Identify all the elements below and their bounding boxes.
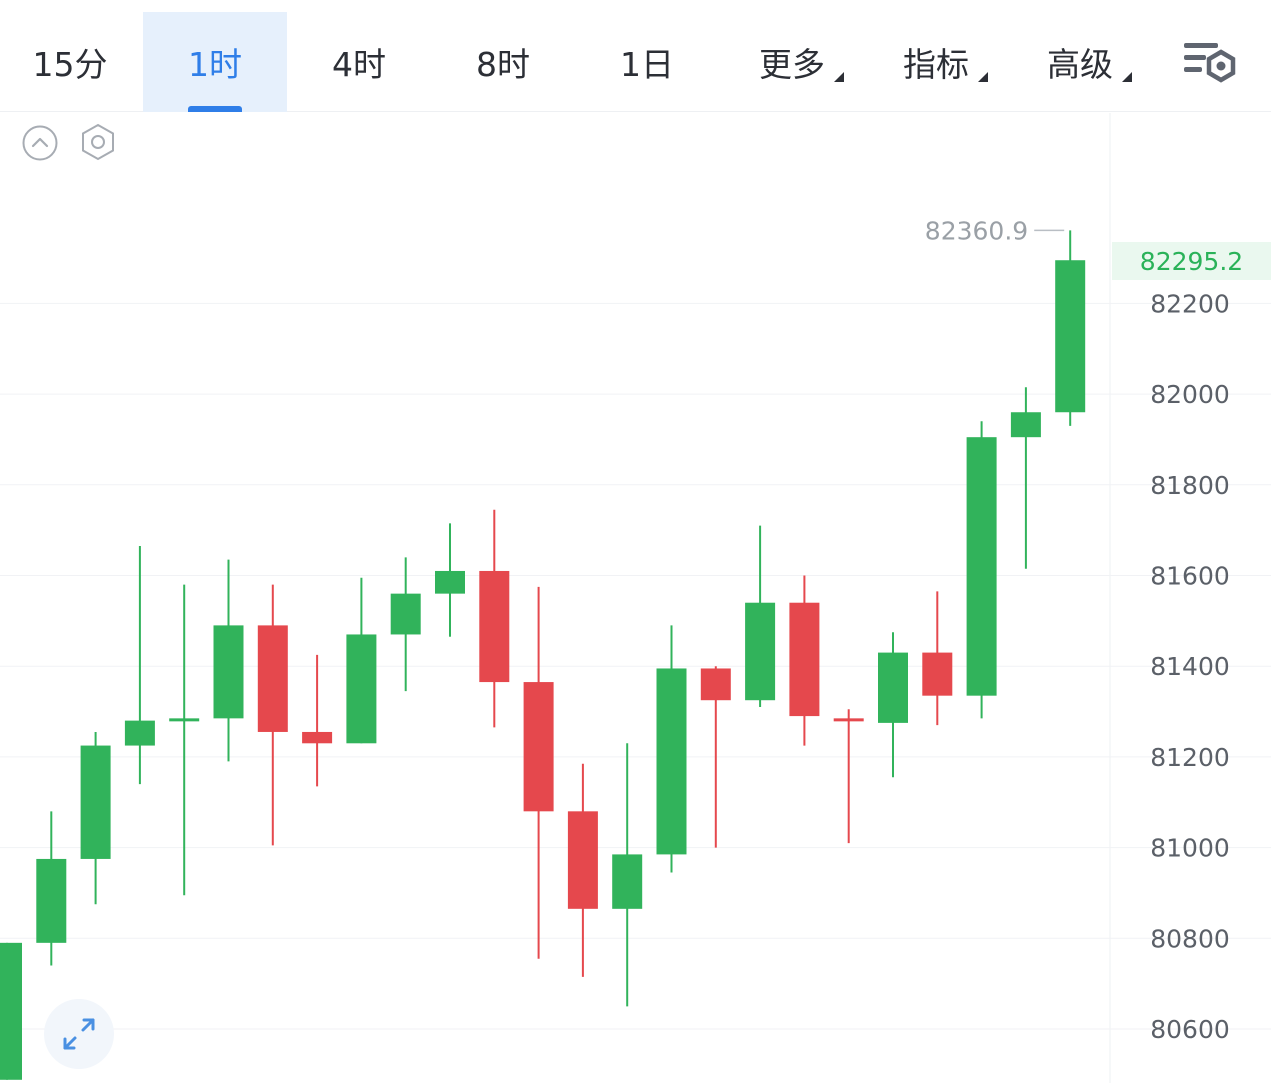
tab-label: 高级	[1047, 45, 1113, 84]
y-tick-label: 81000	[1150, 834, 1230, 863]
tab-label: 4时	[332, 45, 386, 84]
y-tick-label: 80800	[1150, 924, 1230, 953]
tab-indicators-dropdown[interactable]: 指标	[864, 12, 1008, 112]
candle-body	[0, 942, 22, 1080]
tab-label: 指标	[903, 45, 969, 84]
tab-advanced-dropdown[interactable]: 高级	[1008, 12, 1152, 112]
candle-7[interactable]	[257, 584, 288, 846]
y-tick-label: 81600	[1150, 562, 1230, 591]
tab-15min[interactable]: 15分	[0, 12, 140, 112]
tab-1day[interactable]: 1日	[575, 12, 719, 112]
candle-body	[833, 718, 864, 722]
tab-4hour[interactable]: 4时	[287, 12, 431, 112]
candle-20[interactable]	[833, 709, 864, 844]
candle-body	[567, 811, 598, 909]
list-gear-icon	[1184, 43, 1236, 83]
candle-12[interactable]	[479, 509, 510, 728]
candle-body	[1010, 412, 1041, 438]
expand-diagonal-icon	[63, 1018, 95, 1050]
tab-label: 1日	[620, 45, 674, 84]
chart-settings-button[interactable]	[1182, 40, 1240, 86]
candle-body	[213, 625, 244, 719]
candle-body	[656, 668, 687, 855]
tab-label: 1时	[188, 45, 242, 84]
dropdown-triangle-icon	[1122, 72, 1132, 82]
candle-body	[1055, 260, 1086, 413]
candle-body	[257, 625, 288, 732]
candle-body	[878, 652, 908, 723]
timeframe-tabbar: 15分 1时 4时 8时 1日 更多 指标 高级	[0, 0, 1271, 112]
dropdown-triangle-icon	[834, 72, 844, 82]
candle-24[interactable]	[1010, 387, 1041, 569]
candle-5[interactable]	[169, 584, 200, 896]
candle-14[interactable]	[567, 763, 598, 977]
candle-body	[435, 570, 465, 594]
y-tick-label: 81200	[1150, 743, 1230, 772]
candle-body	[479, 570, 510, 683]
candle-11[interactable]	[435, 523, 465, 637]
candle-body	[124, 720, 155, 746]
candle-2[interactable]	[36, 811, 67, 966]
candle-body	[745, 602, 776, 701]
candle-8[interactable]	[302, 654, 333, 787]
tab-8hour[interactable]: 8时	[431, 12, 575, 112]
tab-label: 8时	[476, 45, 530, 84]
candle-1[interactable]	[0, 942, 22, 1080]
candle-body	[80, 745, 111, 859]
fullscreen-button[interactable]	[44, 999, 114, 1069]
candle-23[interactable]	[966, 421, 997, 719]
candle-3[interactable]	[80, 731, 111, 905]
candle-body	[523, 682, 554, 812]
candle-21[interactable]	[878, 632, 908, 778]
candle-15[interactable]	[612, 743, 643, 1007]
candle-9[interactable]	[346, 577, 377, 744]
y-tick-label: 82200	[1150, 289, 1230, 318]
candle-body	[302, 731, 333, 744]
tab-label: 15分	[32, 45, 108, 84]
dropdown-triangle-icon	[978, 72, 988, 82]
candle-25[interactable]	[1055, 230, 1086, 426]
candle-13[interactable]	[523, 586, 554, 959]
y-tick-label: 81800	[1150, 471, 1230, 500]
y-tick-label: 81400	[1150, 652, 1230, 681]
candle-body	[390, 593, 421, 635]
tab-1hour[interactable]: 1时	[143, 12, 287, 112]
candle-22[interactable]	[922, 591, 953, 726]
current-price-label: 82295.2	[1112, 242, 1271, 280]
candle-10[interactable]	[390, 557, 421, 692]
tab-more-dropdown[interactable]: 更多	[720, 12, 864, 112]
candle-body	[36, 858, 67, 943]
candle-body	[966, 437, 997, 696]
candle-body	[922, 652, 953, 696]
candle-4[interactable]	[124, 546, 155, 785]
tab-label: 更多	[759, 45, 825, 84]
candle-body	[612, 854, 643, 909]
candlestick-chart[interactable]: 82200 82000 81800 81600 81400 81200 81000 80800…	[0, 113, 1271, 1083]
candle-6[interactable]	[213, 559, 244, 762]
candle-body	[700, 668, 731, 701]
candle-body	[346, 634, 377, 744]
active-tab-indicator	[188, 106, 242, 112]
candle-18[interactable]	[745, 525, 776, 708]
high-price-annotation: 82360.9	[925, 216, 1028, 245]
current-price-value: 82295.2	[1139, 246, 1244, 276]
candle-16[interactable]	[656, 625, 687, 873]
candle-body	[789, 602, 820, 717]
y-tick-label: 80600	[1150, 1015, 1230, 1044]
y-tick-label: 82000	[1150, 380, 1230, 409]
candle-body	[169, 718, 200, 722]
candle-19[interactable]	[789, 575, 820, 746]
